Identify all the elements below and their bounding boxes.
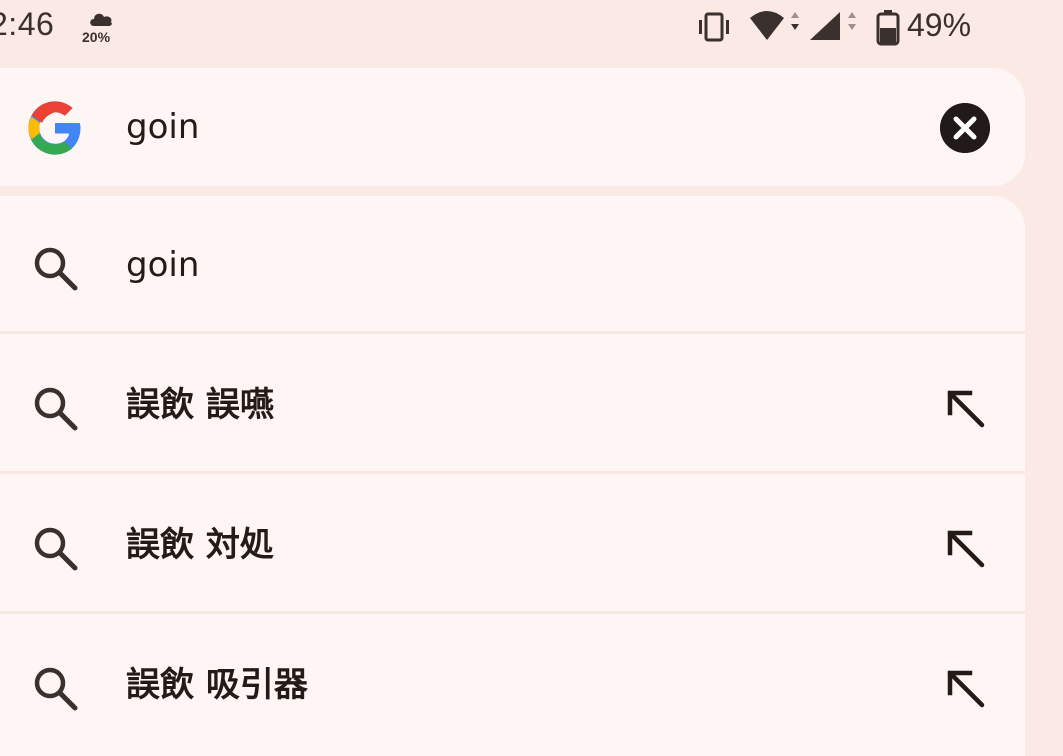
- wifi-icon: [750, 11, 799, 40]
- search-icon: [34, 667, 78, 711]
- search-icon: [34, 527, 78, 571]
- arrow-up-left-icon[interactable]: [940, 523, 990, 573]
- search-icon: [34, 247, 78, 291]
- suggestion-text: 誤飲 誤嚥: [126, 385, 274, 425]
- vibrate-icon: [699, 12, 729, 42]
- list-item[interactable]: 誤飲 吸引器: [0, 616, 1025, 754]
- google-g-icon[interactable]: [26, 99, 84, 157]
- suggestion-text: 誤飲 吸引器: [126, 665, 308, 705]
- battery-icon: [876, 10, 900, 46]
- suggestion-text: 誤飲 対処: [126, 525, 274, 565]
- list-item[interactable]: goin: [0, 196, 1025, 334]
- status-bar: 2:46 20% 49%: [0, 0, 1063, 60]
- suggestion-list: goin 誤飲 誤嚥 誤飲 対処 誤飲 吸引器: [0, 196, 1025, 756]
- weather-indicator: 20%: [82, 10, 118, 50]
- search-input[interactable]: [126, 98, 886, 156]
- battery-percent: 49%: [907, 7, 972, 43]
- divider: [0, 471, 1025, 474]
- close-circle-icon[interactable]: [940, 103, 990, 153]
- arrow-up-left-icon[interactable]: [940, 383, 990, 433]
- arrow-up-left-icon[interactable]: [940, 663, 990, 713]
- divider: [0, 331, 1025, 334]
- divider: [0, 611, 1025, 614]
- list-item[interactable]: 誤飲 誤嚥: [0, 336, 1025, 474]
- precip-chance: 20%: [82, 29, 111, 45]
- cell-signal-icon: [810, 12, 856, 40]
- status-time: 2:46: [0, 6, 55, 42]
- search-icon: [34, 387, 78, 431]
- search-bar[interactable]: [0, 68, 1025, 186]
- cloud-rain-icon: [90, 13, 112, 26]
- list-item[interactable]: 誤飲 対処: [0, 476, 1025, 614]
- suggestion-text: goin: [126, 245, 200, 285]
